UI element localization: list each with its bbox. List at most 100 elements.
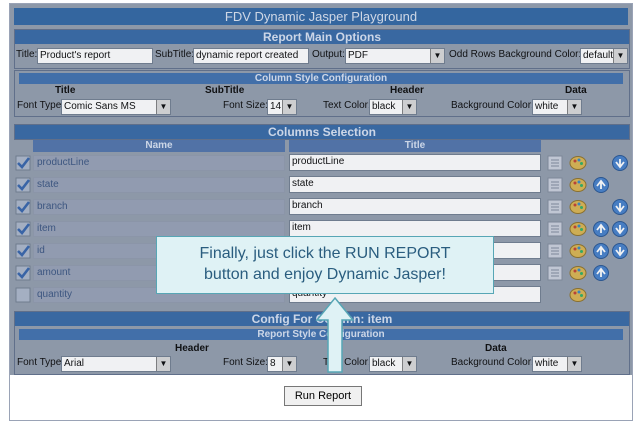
- move-up-icon[interactable]: [592, 264, 610, 282]
- font-size-label: Font Size:: [223, 100, 269, 111]
- config-bg-color-select-value: white: [535, 358, 559, 369]
- table-row: state state: [14, 175, 628, 195]
- tutorial-callout: Finally, just click the RUN REPORT butto…: [156, 236, 494, 294]
- bg-color-label: Background Color:: [451, 100, 534, 111]
- config-font-type-select-value: Arial: [64, 358, 85, 369]
- palette-icon[interactable]: [569, 176, 587, 194]
- bg-color-select-value: white: [535, 101, 559, 112]
- palette-icon[interactable]: [569, 198, 587, 216]
- column-name: item: [33, 221, 285, 237]
- edit-icon[interactable]: [546, 264, 564, 282]
- font-size-label: Font Size:: [223, 357, 269, 368]
- header-head: Header: [390, 85, 424, 96]
- font-type-label: Font Type:: [17, 100, 65, 111]
- odd-rows-select[interactable]: default ▼: [580, 48, 628, 64]
- run-report-button[interactable]: Run Report: [284, 386, 362, 406]
- section-header-report-main: Report Main Options: [15, 30, 629, 44]
- report-main-options: Report Main Options Title: Product's rep…: [14, 29, 630, 69]
- table-row: branch branch: [14, 197, 628, 217]
- app-title: FDV Dynamic Jasper Playground: [14, 8, 628, 25]
- chevron-down-icon: ▼: [282, 100, 296, 114]
- palette-icon[interactable]: [569, 286, 587, 304]
- table-row: productLine productLine: [14, 153, 628, 173]
- column-title-input[interactable]: state: [289, 176, 541, 193]
- callout-line-2: button and enjoy Dynamic Jasper!: [204, 266, 446, 283]
- bg-color-label: Background Color:: [451, 357, 534, 368]
- output-select[interactable]: PDF ▼: [345, 48, 445, 64]
- include-checkbox[interactable]: [15, 243, 31, 259]
- move-up-icon[interactable]: [592, 176, 610, 194]
- columns-selection-header: Columns Selection: [14, 124, 630, 140]
- pointer-arrow-icon: [315, 296, 355, 373]
- column-name: productLine: [33, 155, 285, 171]
- subtitle-head: SubTitle: [205, 85, 245, 96]
- title-input[interactable]: Product's report: [37, 48, 153, 64]
- include-checkbox[interactable]: [15, 199, 31, 215]
- move-up-icon[interactable]: [592, 242, 610, 260]
- edit-icon[interactable]: [546, 154, 564, 172]
- output-select-value: PDF: [348, 50, 368, 61]
- playground-panel: FDV Dynamic Jasper Playground Report Mai…: [10, 4, 632, 375]
- column-title-input[interactable]: branch: [289, 198, 541, 215]
- column-style-configuration: Column Style Configuration Title SubTitl…: [14, 70, 630, 117]
- move-up-icon[interactable]: [592, 220, 610, 238]
- subtitle-input[interactable]: dynamic report created: [193, 48, 309, 64]
- column-title-input[interactable]: item: [289, 220, 541, 237]
- font-size-select-value: 14: [270, 101, 282, 112]
- column-head-name: Name: [33, 140, 285, 152]
- title-label: Title:: [16, 49, 38, 60]
- bg-color-select[interactable]: white ▼: [532, 99, 582, 115]
- section-header-column-style: Column Style Configuration: [19, 73, 623, 84]
- chevron-down-icon: ▼: [567, 100, 581, 114]
- palette-icon[interactable]: [569, 242, 587, 260]
- chevron-down-icon: ▼: [430, 49, 444, 63]
- chevron-down-icon: ▼: [402, 100, 416, 114]
- palette-icon[interactable]: [569, 154, 587, 172]
- config-text-color-select-value: black: [372, 358, 396, 369]
- chevron-down-icon: ▼: [402, 357, 416, 371]
- move-down-icon[interactable]: [611, 198, 629, 216]
- include-checkbox[interactable]: [15, 287, 31, 303]
- chevron-down-icon: ▼: [156, 357, 170, 371]
- page-frame: FDV Dynamic Jasper Playground Report Mai…: [9, 3, 633, 421]
- column-name: branch: [33, 199, 285, 215]
- move-down-icon[interactable]: [611, 154, 629, 172]
- column-name: state: [33, 177, 285, 193]
- chevron-down-icon: ▼: [156, 100, 170, 114]
- config-text-color-select[interactable]: black ▼: [369, 356, 417, 372]
- chevron-down-icon: ▼: [613, 49, 627, 63]
- odd-rows-select-value: default: [583, 50, 614, 61]
- output-label: Output:: [312, 49, 345, 60]
- move-down-icon[interactable]: [611, 220, 629, 238]
- config-font-type-select[interactable]: Arial ▼: [61, 356, 171, 372]
- move-down-icon[interactable]: [611, 242, 629, 260]
- config-font-size-select[interactable]: 8 ▼: [267, 356, 297, 372]
- config-font-size-select-value: 8: [270, 358, 276, 369]
- font-type-select[interactable]: Comic Sans MS ▼: [61, 99, 171, 115]
- chevron-down-icon: ▼: [567, 357, 581, 371]
- title-head: Title: [55, 85, 76, 96]
- column-head-title: Title: [289, 140, 541, 152]
- text-color-label: Text Color:: [323, 100, 371, 111]
- include-checkbox[interactable]: [15, 177, 31, 193]
- include-checkbox[interactable]: [15, 265, 31, 281]
- include-checkbox[interactable]: [15, 155, 31, 171]
- palette-icon[interactable]: [569, 220, 587, 238]
- font-type-label: Font Type:: [17, 357, 65, 368]
- header-head: Header: [175, 343, 209, 354]
- chevron-down-icon: ▼: [282, 357, 296, 371]
- column-title-input[interactable]: productLine: [289, 154, 541, 171]
- edit-icon[interactable]: [546, 220, 564, 238]
- edit-icon[interactable]: [546, 176, 564, 194]
- callout-line-1: Finally, just click the RUN REPORT: [199, 245, 451, 262]
- palette-icon[interactable]: [569, 264, 587, 282]
- text-color-select[interactable]: black ▼: [369, 99, 417, 115]
- font-size-select[interactable]: 14 ▼: [267, 99, 297, 115]
- config-bg-color-select[interactable]: white ▼: [532, 356, 582, 372]
- subtitle-label: SubTitle:: [155, 49, 195, 60]
- include-checkbox[interactable]: [15, 221, 31, 237]
- edit-icon[interactable]: [546, 242, 564, 260]
- edit-icon[interactable]: [546, 198, 564, 216]
- data-head: Data: [485, 343, 507, 354]
- section-header-columns-selection: Columns Selection: [15, 125, 629, 139]
